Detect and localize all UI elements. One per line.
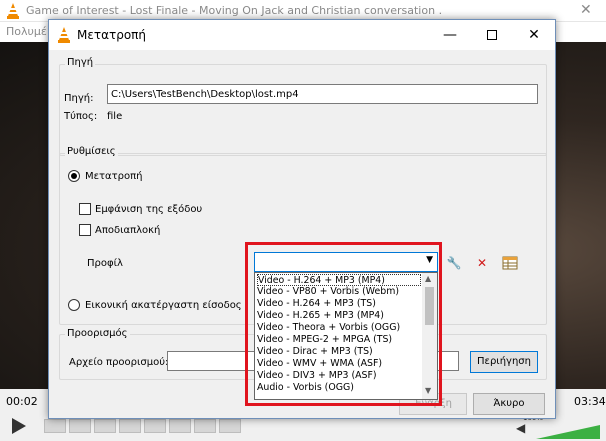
dummy-input-radio[interactable] <box>68 299 80 311</box>
profile-combobox[interactable]: ▼ <box>254 252 438 272</box>
source-group <box>59 64 547 156</box>
show-output-label: Εμφάνιση της εξόδου <box>95 204 203 215</box>
profile-option[interactable]: Video - DIV3 + MP3 (ASF) <box>257 370 421 382</box>
play-icon[interactable] <box>8 416 28 436</box>
scroll-up-icon[interactable]: ▲ <box>425 274 431 283</box>
dropdown-scrollbar[interactable]: ▲ ▼ <box>422 273 437 399</box>
profile-option[interactable]: Video - WMV + WMA (ASF) <box>257 358 421 370</box>
dialog-title: Μετατροπή <box>77 28 146 42</box>
vlc-main-title: Game of Interest - Lost Finale - Moving … <box>26 4 446 17</box>
settings-group-label: Ρυθμίσεις <box>65 146 118 157</box>
table-icon[interactable] <box>501 254 519 272</box>
loop-icon[interactable] <box>194 419 216 433</box>
browse-button[interactable]: Περιήγηση <box>470 351 538 373</box>
scroll-down-icon[interactable]: ▼ <box>425 386 431 395</box>
playlist-icon[interactable] <box>169 419 191 433</box>
convert-dialog: Μετατροπή — ✕ Πηγή Πηγή: Τύπος: file Ρυθ… <box>48 19 556 419</box>
profile-label: Προφίλ <box>87 258 123 269</box>
profile-option[interactable]: Audio - Vorbis (OGG) <box>257 382 421 394</box>
minimize-icon[interactable]: — <box>435 24 465 46</box>
convert-label: Μετατροπή <box>85 171 143 182</box>
deinterlace-label: Αποδιαπλοκή <box>95 225 161 236</box>
speaker-icon[interactable]: ◀ <box>516 421 525 435</box>
vlc-cone-icon <box>7 3 19 19</box>
dummy-input-label: Εικονική ακατέργαστη είσοδος <box>85 300 242 311</box>
destination-file-label: Αρχείο προορισμού: <box>69 357 169 368</box>
show-output-checkbox[interactable] <box>79 203 91 215</box>
source-path-input[interactable] <box>107 84 538 104</box>
next-icon[interactable] <box>94 419 116 433</box>
type-label: Τύπος: <box>64 111 98 122</box>
close-icon[interactable]: ✕ <box>519 24 549 46</box>
deinterlace-checkbox[interactable] <box>79 224 91 236</box>
stop-icon[interactable] <box>69 419 91 433</box>
wrench-icon[interactable]: 🔧 <box>445 254 463 272</box>
source-label: Πηγή: <box>64 93 94 104</box>
menu-media[interactable]: Πολυμέ <box>6 25 47 38</box>
dialog-titlebar: Μετατροπή — ✕ <box>49 20 555 50</box>
maximize-icon[interactable] <box>477 24 507 46</box>
convert-radio[interactable] <box>68 170 80 182</box>
fullscreen-icon[interactable] <box>119 419 141 433</box>
profile-option[interactable]: Video - Theora + Vorbis (OGG) <box>257 322 421 334</box>
extended-settings-icon[interactable] <box>144 419 166 433</box>
profile-dropdown-list: Video - H.264 + MP3 (MP4) Video - VP80 +… <box>254 272 438 400</box>
time-elapsed: 00:02 <box>6 395 38 408</box>
red-x-icon[interactable]: ✕ <box>473 254 491 272</box>
cancel-button[interactable]: Άκυρο <box>473 393 545 415</box>
shuffle-icon[interactable] <box>219 419 241 433</box>
previous-icon[interactable] <box>44 419 66 433</box>
profile-option[interactable]: Video - H.264 + MP3 (TS) <box>257 298 421 310</box>
profile-option[interactable]: Video - H.264 + MP3 (MP4) <box>257 274 421 286</box>
control-buttons <box>44 419 244 436</box>
profile-option[interactable]: Video - Dirac + MP3 (TS) <box>257 346 421 358</box>
vlc-cone-icon <box>58 27 70 43</box>
profile-option[interactable]: Video - H.265 + MP3 (MP4) <box>257 310 421 322</box>
source-group-label: Πηγή <box>65 57 96 68</box>
type-value: file <box>107 111 123 122</box>
volume-slider[interactable] <box>536 425 600 439</box>
profile-option[interactable]: Video - VP80 + Vorbis (Webm) <box>257 286 421 298</box>
vlc-main-close-icon[interactable]: ✕ <box>580 2 592 18</box>
profile-option[interactable]: Video - MPEG-2 + MPGA (TS) <box>257 334 421 346</box>
scrollbar-thumb[interactable] <box>425 287 434 325</box>
time-total: 03:34 <box>574 395 606 408</box>
destination-group-label: Προορισμός <box>65 328 130 339</box>
chevron-down-icon[interactable]: ▼ <box>426 255 433 265</box>
